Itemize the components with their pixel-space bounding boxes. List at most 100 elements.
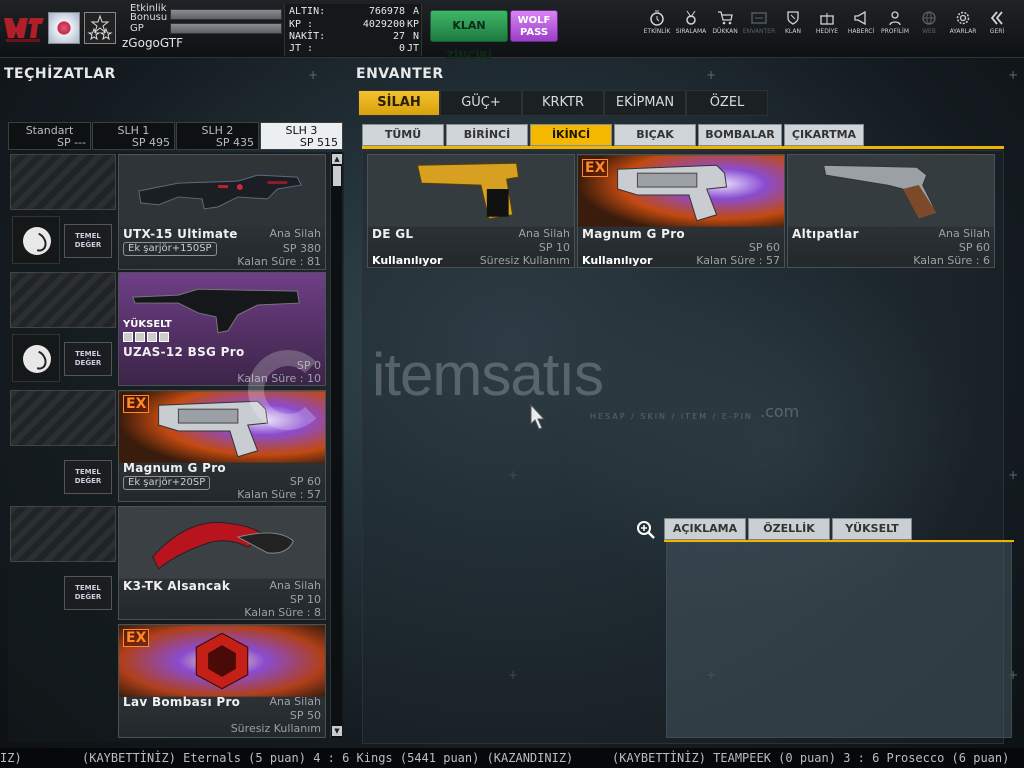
temel-deger-button[interactable]: TEMEL DEĞER bbox=[64, 576, 112, 610]
mouse-cursor-icon bbox=[530, 404, 546, 430]
currency-value: 4029200 bbox=[362, 19, 405, 30]
tab-guc[interactable]: GÜÇ+ bbox=[440, 90, 522, 116]
top-bar: Etkinlik Bonusu GP zGogoGTF ALTIN: 76697… bbox=[0, 0, 1024, 62]
currency-row-jt: JT : 0 JT bbox=[289, 43, 421, 56]
item-name: Magnum G Pro bbox=[123, 461, 226, 475]
zoom-icon[interactable] bbox=[636, 520, 656, 540]
nav-haberci[interactable]: HABERCİ bbox=[844, 8, 878, 50]
currency-row-altin: ALTIN: 766978 A bbox=[289, 6, 421, 19]
subtab-bombalar[interactable]: BOMBALAR bbox=[698, 124, 782, 146]
klan-zinciri-button[interactable]: KLAN ZİNCİRİ bbox=[430, 10, 508, 62]
nav-web[interactable]: WEB bbox=[912, 8, 946, 50]
inventory-item-magnum[interactable]: EX Magnum G Pro SP 60 Kullanılıyor Kalan… bbox=[577, 154, 785, 268]
scroll-down-icon[interactable]: ▼ bbox=[332, 726, 342, 736]
slot-slh2[interactable]: SLH 2 SP 435 bbox=[176, 122, 259, 150]
subtab-cikartma[interactable]: ÇIKARTMA bbox=[784, 124, 864, 146]
currency-key: KP : bbox=[289, 19, 314, 30]
rifle-image bbox=[119, 155, 325, 227]
nav-geri[interactable]: GERİ bbox=[980, 8, 1014, 50]
item-duration: Kalan Süre : 81 bbox=[237, 255, 321, 268]
item-type: Ana Silah bbox=[938, 227, 990, 240]
ticker-segment: (KAYBETTİNİZ) Eternals (5 puan) 4 : 6 Ki… bbox=[82, 751, 574, 765]
item-duration: Süresiz Kullanım bbox=[230, 722, 321, 735]
subtab-underline bbox=[362, 146, 1004, 149]
yukselt-label: YÜKSELT bbox=[123, 319, 172, 330]
nav-etkinlik[interactable]: ETKİNLİK bbox=[640, 8, 674, 50]
knife-image bbox=[119, 507, 325, 579]
detail-tab-ozellik[interactable]: ÖZELLİK bbox=[748, 518, 830, 540]
temel-line2: DEĞER bbox=[74, 593, 102, 601]
nav-label: ETKİNLİK bbox=[643, 28, 671, 35]
temel-deger-button[interactable]: TEMEL DEĞER bbox=[64, 342, 112, 376]
item-type: Ana Silah bbox=[269, 227, 321, 240]
nav-dukkan[interactable]: DÜKKAN bbox=[708, 8, 742, 50]
slot-sp: SP 515 bbox=[299, 136, 338, 149]
item-sp: SP 60 bbox=[748, 241, 780, 254]
equip-card-utx15[interactable]: UTX-15 Ultimate Ana Silah Ek şarjör+150S… bbox=[118, 154, 326, 270]
tab-ekipman[interactable]: EKİPMAN bbox=[604, 90, 686, 116]
tab-krktr[interactable]: KRKTR bbox=[522, 90, 604, 116]
item-name: Altıpatlar bbox=[792, 227, 859, 241]
subtab-tumu[interactable]: TÜMÜ bbox=[362, 124, 444, 146]
subtab-birinci[interactable]: BİRİNCİ bbox=[446, 124, 528, 146]
temel-line1: TEMEL bbox=[75, 232, 101, 240]
detail-tab-aciklama[interactable]: AÇIKLAMA bbox=[664, 518, 746, 540]
gear-icon bbox=[956, 11, 970, 25]
item-duration: Kalan Süre : 8 bbox=[244, 606, 321, 619]
item-sp: SP 60 bbox=[958, 241, 990, 254]
nav-siralama[interactable]: SIRALAMA bbox=[674, 8, 708, 50]
equipment-scrollbar[interactable]: ▲ ▼ bbox=[330, 152, 342, 738]
nav-hediye[interactable]: HEDİYE bbox=[810, 8, 844, 50]
subtab-bicak[interactable]: BIÇAK bbox=[614, 124, 696, 146]
match-ticker: IZ) (KAYBETTİNİZ) Eternals (5 puan) 4 : … bbox=[0, 748, 1024, 768]
revolver-image bbox=[578, 155, 784, 227]
nav-label: DÜKKAN bbox=[712, 28, 738, 35]
nav-label: HABERCİ bbox=[847, 28, 875, 35]
tab-ozel[interactable]: ÖZEL bbox=[686, 90, 768, 116]
megaphone-icon bbox=[854, 10, 866, 26]
loadout-slots: Standart SP --- SLH 1 SP 495 SLH 2 SP 43… bbox=[8, 122, 344, 150]
refresh-button[interactable] bbox=[12, 216, 60, 264]
item-sp: SP 50 bbox=[289, 709, 321, 722]
globe-icon bbox=[922, 11, 936, 25]
scroll-thumb[interactable] bbox=[333, 166, 341, 186]
etkinlik-bonus-bar bbox=[170, 9, 282, 20]
wolf-pass-line1: WOLF bbox=[517, 15, 551, 26]
temel-deger-button[interactable]: TEMEL DEĞER bbox=[64, 460, 112, 494]
wolf-pass-button[interactable]: WOLF PASS bbox=[510, 10, 558, 42]
temel-line2: DEĞER bbox=[74, 359, 102, 367]
item-type: Ana Silah bbox=[269, 579, 321, 592]
nav-klan[interactable]: KLAN bbox=[776, 8, 810, 50]
slot-slh3[interactable]: SLH 3 SP 515 bbox=[260, 122, 343, 150]
item-name: Lav Bombası Pro bbox=[123, 695, 241, 709]
equip-card-lav-bombasi[interactable]: EX Lav Bombası Pro Ana Silah SP 50 Süres… bbox=[118, 624, 326, 738]
wolf-pass-line2: PASS bbox=[519, 27, 549, 38]
inventory-item-de-gl[interactable]: DE GL Ana Silah SP 10 Kullanılıyor Süres… bbox=[367, 154, 575, 268]
item-duration: Kalan Süre : 57 bbox=[237, 488, 321, 501]
equip-card-k3tk[interactable]: K3-TK Alsancak Ana Silah SP 10 Kalan Sür… bbox=[118, 506, 326, 620]
subtab-ikinci[interactable]: İKİNCİ bbox=[530, 124, 612, 146]
nav-envanter[interactable]: ENVANTER bbox=[742, 8, 776, 50]
detail-tab-yukselt[interactable]: YÜKSELT bbox=[832, 518, 912, 540]
nav-label: PROFİLİM bbox=[880, 28, 910, 35]
slot-slh1[interactable]: SLH 1 SP 495 bbox=[92, 122, 175, 150]
temel-deger-button[interactable]: TEMEL DEĞER bbox=[64, 224, 112, 258]
slot-standart[interactable]: Standart SP --- bbox=[8, 122, 91, 150]
tab-silah[interactable]: SİLAH bbox=[358, 90, 440, 116]
nav-profilim[interactable]: PROFİLİM bbox=[878, 8, 912, 50]
item-sp: SP 10 bbox=[538, 241, 570, 254]
watermark-sub: HESAP / SKIN / ITEM / E-PIN bbox=[590, 412, 753, 421]
cart-icon bbox=[718, 11, 733, 25]
nav-label: AYARLAR bbox=[949, 28, 977, 35]
refresh-button[interactable] bbox=[12, 334, 60, 382]
inventory-item-altipatlar[interactable]: Altıpatlar Ana Silah SP 60 Kalan Süre : … bbox=[787, 154, 995, 268]
gp-label: GP bbox=[130, 23, 144, 34]
currency-value: 766978 bbox=[368, 6, 405, 17]
scroll-up-icon[interactable]: ▲ bbox=[332, 154, 342, 164]
temel-line1: TEMEL bbox=[75, 350, 101, 358]
avatar[interactable] bbox=[48, 12, 80, 44]
nav-ayarlar[interactable]: AYARLAR bbox=[946, 8, 980, 50]
ticker-segment: IZ) bbox=[0, 751, 22, 765]
game-logo bbox=[4, 18, 44, 42]
nav-label: GERİ bbox=[989, 28, 1005, 35]
